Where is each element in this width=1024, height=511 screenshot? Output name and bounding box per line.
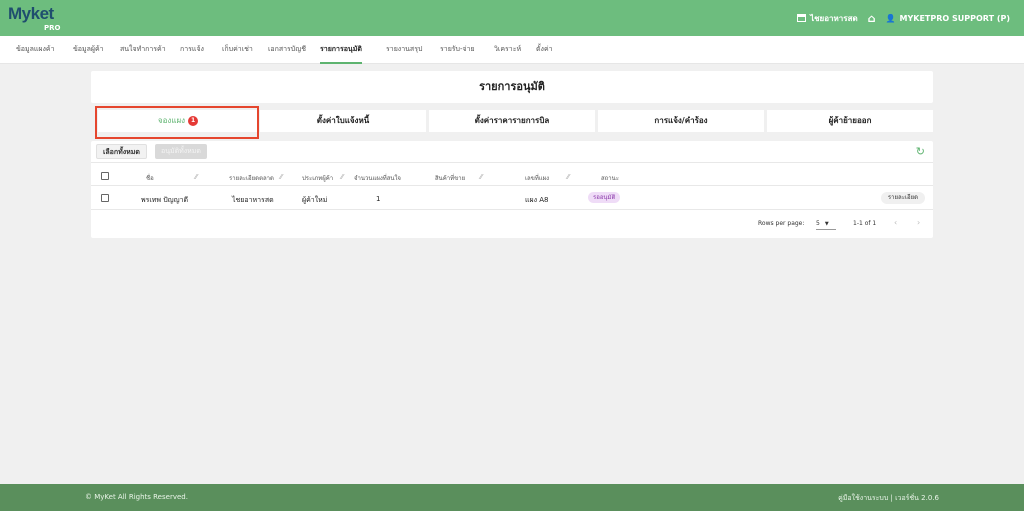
col-vendor-type[interactable]: ประเภทผู้ค้า xyxy=(302,173,333,183)
select-all-button[interactable]: เลือกทั้งหมด xyxy=(96,144,147,159)
next-page-icon[interactable]: › xyxy=(917,218,920,227)
prev-page-icon[interactable]: ‹ xyxy=(894,218,897,227)
home-icon[interactable]: ⌂ xyxy=(868,13,876,24)
col-name[interactable]: ชื่อ xyxy=(146,173,154,183)
cell-name: พรเทพ ปัญญาดี xyxy=(141,196,189,204)
divider xyxy=(91,162,933,163)
pagination-range: 1-1 of 1 xyxy=(853,220,877,227)
cell-stall-count: 1 xyxy=(376,195,381,203)
nav-income-expense[interactable]: รายรับ-จ่าย xyxy=(440,36,475,64)
cell-market: ไชยอาหารสด xyxy=(232,196,274,204)
header-checkbox[interactable] xyxy=(101,172,109,180)
nav-interested[interactable]: สนใจทำการค้า xyxy=(120,36,166,64)
logo-text: Myket xyxy=(8,4,54,23)
detail-button[interactable]: รายละเอียด xyxy=(880,192,925,204)
resize-handle-icon[interactable]: ⁄⁄ xyxy=(567,173,569,181)
chevron-down-icon: ▼ xyxy=(824,221,829,227)
col-stall-count[interactable]: จำนวนแผงที่สนใจ xyxy=(354,173,401,183)
approve-all-button[interactable]: อนุมัติทั้งหมด xyxy=(155,144,207,159)
store-icon xyxy=(797,14,807,22)
nav-vendors[interactable]: ข้อมูลผู้ค้า xyxy=(73,36,104,64)
col-stall-no[interactable]: เลขที่แผง xyxy=(525,173,549,183)
status-badge: รออนุมัติ xyxy=(588,192,621,203)
rows-per-page-select[interactable]: 5 ▼ xyxy=(816,218,836,230)
copyright-text: © MyKet All Rights Reserved. xyxy=(85,493,188,501)
divider xyxy=(91,209,933,210)
resize-handle-icon[interactable]: ⁄⁄ xyxy=(195,173,197,181)
user-label: MYKETPRO SUPPORT (P) xyxy=(899,13,1011,23)
user-icon: 👤 xyxy=(885,13,896,23)
rows-per-page-value: 5 xyxy=(816,220,820,227)
store-selector[interactable]: ไชยอาหารสด xyxy=(797,12,858,25)
nav-accounting[interactable]: เอกสารบัญชี xyxy=(268,36,306,64)
resize-handle-icon[interactable]: ⁄⁄ xyxy=(341,173,343,181)
logo-sub: PRO xyxy=(44,24,61,32)
logo[interactable]: Myket PRO xyxy=(8,4,60,32)
cell-vendor-type: ผู้ค้าใหม่ xyxy=(302,196,328,204)
tab-requests[interactable]: การแจ้ง/คำร้อง xyxy=(598,110,764,132)
cell-stall-no: แผง A8 xyxy=(525,196,549,204)
main-nav: ข้อมูลแผงค้า ข้อมูลผู้ค้า สนใจทำการค้า ก… xyxy=(0,36,1024,64)
page-title: รายการอนุมัติ xyxy=(91,71,933,103)
col-status[interactable]: สถานะ xyxy=(601,173,619,183)
divider xyxy=(91,185,933,186)
col-market[interactable]: รายละเอียดตลาด xyxy=(229,173,274,183)
highlight-box xyxy=(95,106,259,139)
footer: © MyKet All Rights Reserved. คู่มือใช้งา… xyxy=(0,484,1024,511)
resize-handle-icon[interactable]: ⁄⁄ xyxy=(480,173,482,181)
version-text[interactable]: คู่มือใช้งานระบบ | เวอร์ชั่น 2.0.6 xyxy=(838,493,939,504)
user-menu[interactable]: 👤 MYKETPRO SUPPORT (P) xyxy=(886,14,1010,23)
tab-bill-price-settings[interactable]: ตั้งค่าราคารายการบิล xyxy=(429,110,595,132)
rows-per-page-label: Rows per page: xyxy=(758,220,805,227)
tab-vendor-moveout[interactable]: ผู้ค้าย้ายออก xyxy=(767,110,933,132)
top-bar: Myket PRO ไชยอาหารสด ⌂ 👤 MYKETPRO SUPPOR… xyxy=(0,0,1024,36)
approval-table-card: เลือกทั้งหมด อนุมัติทั้งหมด ↻ ชื่อ ⁄⁄ รา… xyxy=(91,141,933,238)
tab-invoice-settings[interactable]: ตั้งค่าใบแจ้งหนี้ xyxy=(260,110,426,132)
row-checkbox[interactable] xyxy=(101,194,109,202)
refresh-icon[interactable]: ↻ xyxy=(916,145,925,158)
nav-stalls[interactable]: ข้อมูลแผงค้า xyxy=(16,36,55,64)
nav-analysis[interactable]: วิเคราะห์ xyxy=(494,36,521,64)
nav-settings[interactable]: ตั้งค่า xyxy=(536,36,553,64)
col-product[interactable]: สินค้าที่ขาย xyxy=(435,173,465,183)
nav-approvals[interactable]: รายการอนุมัติ xyxy=(320,36,362,64)
nav-rent[interactable]: เก็บค่าเช่า xyxy=(222,36,253,64)
store-label: ไชยอาหารสด xyxy=(810,13,858,23)
resize-handle-icon[interactable]: ⁄⁄ xyxy=(280,173,282,181)
nav-notify[interactable]: การแจ้ง xyxy=(180,36,204,64)
nav-reports[interactable]: รายงานสรุป xyxy=(386,36,422,64)
